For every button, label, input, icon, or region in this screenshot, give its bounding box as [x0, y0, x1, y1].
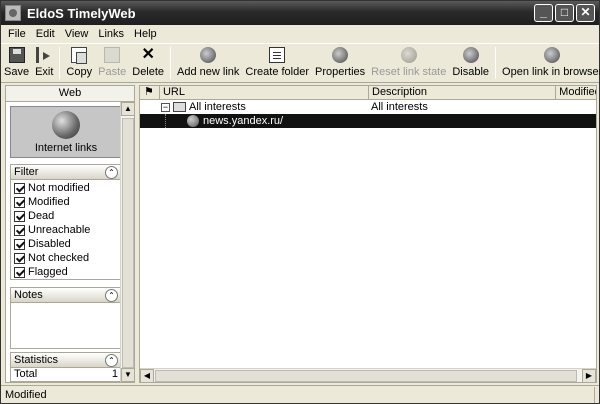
toolbar-separator: [59, 47, 61, 79]
filter-not-modified[interactable]: Not modified: [11, 181, 121, 195]
minimize-button[interactable]: _: [534, 4, 553, 22]
internet-links-button[interactable]: Internet links: [10, 106, 122, 158]
menu-links[interactable]: Links: [93, 28, 129, 40]
horizontal-scrollbar[interactable]: ◀ ▶: [140, 368, 596, 382]
notes-group: Notes ⌃: [10, 287, 122, 349]
modified-column-header[interactable]: Modified: [556, 86, 596, 99]
copy-button[interactable]: Copy: [63, 44, 95, 82]
flag-column-header[interactable]: ⚑: [140, 86, 160, 99]
paste-icon: [104, 47, 121, 63]
status-bar: Modified: [1, 385, 599, 403]
toolbar-separator: [170, 47, 172, 79]
menu-view[interactable]: View: [60, 28, 94, 40]
status-text: Modified: [1, 386, 595, 403]
browser-icon: [544, 47, 561, 63]
filter-not-checked[interactable]: Not checked: [11, 251, 121, 265]
filter-modified[interactable]: Modified: [11, 195, 121, 209]
menu-help[interactable]: Help: [129, 28, 162, 40]
filter-group: Filter ⌃ Not modified Modified Dead Unre…: [10, 164, 122, 280]
scroll-right-icon[interactable]: ▶: [582, 369, 596, 382]
checkbox-icon[interactable]: [14, 182, 25, 194]
statistics-group: Statistics ⌃ Total 1: [10, 352, 122, 382]
link-globe-icon: [187, 115, 199, 127]
checkbox-icon[interactable]: [14, 224, 25, 236]
paste-button[interactable]: Paste: [95, 44, 129, 82]
scroll-left-icon[interactable]: ◀: [140, 369, 154, 382]
delete-button[interactable]: ✕ Delete: [129, 44, 167, 82]
collapse-icon[interactable]: ⌃: [105, 165, 118, 179]
tree-row-folder[interactable]: − All interests All interests: [140, 100, 596, 114]
reset-link-state-button[interactable]: Reset link state: [368, 44, 449, 82]
checkbox-icon[interactable]: [14, 196, 25, 208]
copy-icon: [71, 47, 88, 64]
left-vertical-scrollbar[interactable]: ▲ ▼: [120, 102, 134, 382]
folder-add-icon: [269, 47, 286, 63]
close-button[interactable]: ✕: [576, 4, 595, 22]
collapse-tree-icon[interactable]: −: [161, 102, 170, 112]
stat-row-total: Total 1: [10, 368, 122, 382]
filter-header[interactable]: Filter ⌃: [10, 164, 122, 180]
left-panel-header: Web: [6, 86, 134, 102]
filter-unreachable[interactable]: Unreachable: [11, 223, 121, 237]
title-bar[interactable]: EldoS TimelyWeb _ □ ✕: [1, 1, 599, 25]
tree-row-link[interactable]: news.yandex.ru/: [140, 114, 596, 128]
add-link-icon: [200, 47, 217, 63]
properties-button[interactable]: Properties: [312, 44, 368, 82]
statistics-header[interactable]: Statistics ⌃: [10, 352, 122, 368]
menu-bar: File Edit View Links Help: [1, 25, 599, 43]
filter-disabled[interactable]: Disabled: [11, 237, 121, 251]
maximize-button[interactable]: □: [555, 4, 574, 22]
checkbox-icon[interactable]: [14, 266, 25, 278]
collapse-icon[interactable]: ⌃: [105, 353, 118, 367]
app-window: EldoS TimelyWeb _ □ ✕ File Edit View Lin…: [0, 0, 600, 404]
filter-dead[interactable]: Dead: [11, 209, 121, 223]
menu-edit[interactable]: Edit: [31, 28, 60, 40]
create-folder-button[interactable]: Create folder: [242, 44, 312, 82]
collapse-icon[interactable]: ⌃: [105, 288, 118, 302]
checkbox-icon[interactable]: [14, 238, 25, 250]
exit-icon: [36, 47, 52, 63]
disable-button[interactable]: Disable: [449, 44, 492, 82]
links-grid: ⚑ URL Description Modified − All interes…: [139, 85, 597, 383]
disable-icon: [462, 47, 479, 63]
left-panel: Web Internet links Filter ⌃ Not modified…: [5, 85, 135, 383]
save-button[interactable]: Save: [1, 44, 32, 82]
scroll-down-icon[interactable]: ▼: [121, 368, 134, 382]
url-column-header[interactable]: URL: [160, 86, 369, 99]
toolbar-separator: [495, 47, 497, 79]
notes-header[interactable]: Notes ⌃: [10, 287, 122, 303]
save-icon: [8, 47, 25, 63]
folder-icon: [173, 102, 186, 112]
add-new-link-button[interactable]: Add new link: [174, 44, 242, 82]
tree-connector: [165, 114, 166, 128]
properties-icon: [332, 47, 349, 63]
open-link-in-browser-button[interactable]: Open link in browser: [499, 44, 600, 82]
scroll-thumb[interactable]: [155, 370, 577, 382]
checkbox-icon[interactable]: [14, 210, 25, 222]
delete-icon: ✕: [141, 46, 155, 63]
checkbox-icon[interactable]: [14, 252, 25, 264]
app-icon[interactable]: [5, 5, 21, 21]
filter-flagged[interactable]: Flagged: [11, 265, 121, 279]
scroll-thumb[interactable]: [122, 118, 134, 368]
globe-icon: [52, 111, 80, 139]
notes-textarea[interactable]: [10, 303, 122, 349]
reset-icon: [400, 47, 417, 63]
menu-file[interactable]: File: [3, 28, 31, 40]
exit-button[interactable]: Exit: [32, 44, 56, 82]
grid-header: ⚑ URL Description Modified: [140, 86, 596, 100]
window-title: EldoS TimelyWeb: [27, 5, 136, 21]
toolbar: Save Exit Copy Paste ✕ Delete Add new li…: [1, 43, 600, 83]
scroll-up-icon[interactable]: ▲: [121, 102, 134, 116]
description-column-header[interactable]: Description: [369, 86, 557, 99]
